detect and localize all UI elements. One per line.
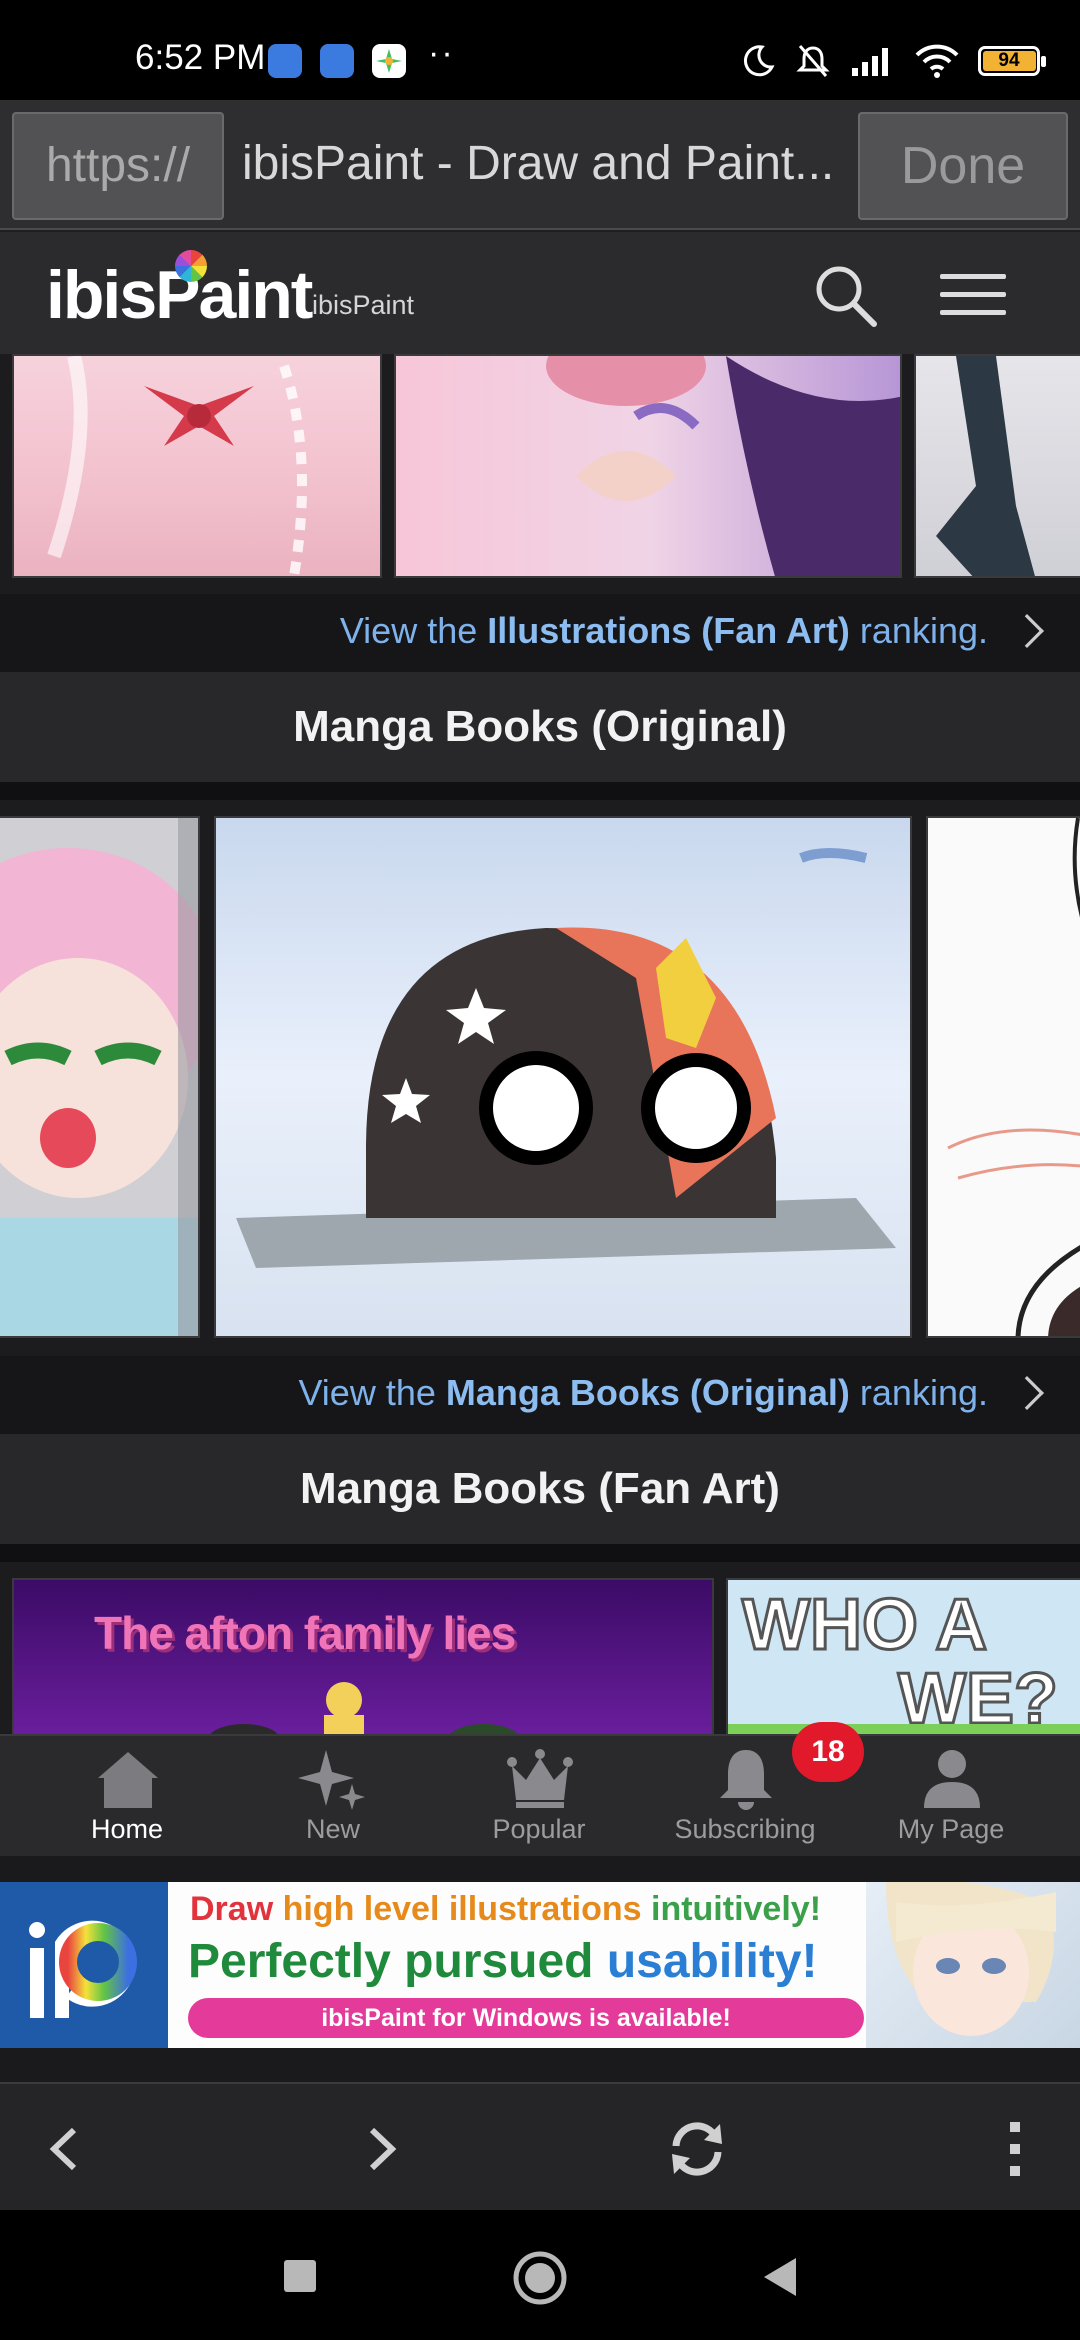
- nav-label: Popular: [492, 1814, 586, 1844]
- windows-available-button[interactable]: ibisPaint for Windows is available!: [188, 1998, 864, 2038]
- manga-thumbnail[interactable]: The afton family lies: [12, 1578, 714, 1734]
- moon-icon: [743, 45, 775, 77]
- battery-icon: 94: [978, 46, 1046, 76]
- logo-text-part: ibis: [46, 257, 157, 333]
- manga-thumbnail[interactable]: [0, 816, 200, 1338]
- wifi-icon: [915, 44, 959, 78]
- ranking-category: Illustrations (Fan Art): [487, 610, 850, 651]
- site-name: ibisPaint: [312, 290, 415, 320]
- banner-text: intuitively!: [651, 1890, 822, 1928]
- bottom-navigation: Home New Popular Subscribing My Page: [0, 1734, 1080, 1856]
- ranking-suffix: ranking.: [849, 610, 988, 651]
- ranking-prefix: View the: [339, 610, 488, 651]
- color-wheel-icon: [175, 250, 208, 282]
- banner-text: usability!: [606, 1935, 818, 1988]
- manga-original-ranking-link[interactable]: View the Manga Books (Original) ranking.: [0, 1356, 1080, 1434]
- thumbnail-caption: WHO A: [740, 1584, 988, 1667]
- home-button-icon[interactable]: [512, 2250, 568, 2306]
- done-button[interactable]: Done: [858, 112, 1068, 220]
- back-icon[interactable]: [30, 2114, 100, 2184]
- system-navigation-bar: [0, 2210, 1080, 2340]
- forward-icon[interactable]: [346, 2114, 416, 2184]
- browser-toolbar: [0, 2082, 1080, 2210]
- manga-thumbnail[interactable]: [926, 816, 1080, 1338]
- chevron-right-icon: [1010, 1376, 1044, 1410]
- status-time: 6:52 PM: [135, 38, 266, 77]
- manga-thumbnail[interactable]: WHO A WE?: [726, 1578, 1080, 1734]
- nav-label: Home: [90, 1814, 164, 1844]
- banner-subheadline: Perfectly pursued usability!: [188, 1934, 818, 1989]
- bell-icon: [720, 1750, 772, 1810]
- ranking-category: Manga Books (Original): [445, 1372, 850, 1413]
- signal-icon: [852, 48, 888, 76]
- page-title[interactable]: ibisPaint - Draw and Paint...: [242, 136, 842, 191]
- section-divider: [0, 782, 1080, 800]
- banner-text: Perfectly pursued: [188, 1935, 607, 1988]
- logo-text-part: P: [155, 250, 208, 334]
- banner-character-illustration: [866, 1882, 1080, 2048]
- ranking-prefix: View the: [298, 1372, 446, 1413]
- app-notification-icon: [268, 44, 302, 78]
- app-notification-icon: [320, 44, 354, 78]
- sparkle-icon: [298, 1750, 365, 1810]
- more-notifications-indicator: ··: [428, 34, 455, 72]
- bell-muted-icon: [796, 45, 830, 77]
- person-icon: [924, 1750, 980, 1808]
- banner-headline: Draw high level illustrations intuitivel…: [190, 1890, 821, 1929]
- section-title-manga-fan-art: Manga Books (Fan Art): [0, 1434, 1080, 1544]
- hamburger-menu-icon[interactable]: [940, 274, 1006, 316]
- ibispaint-windows-banner[interactable]: Draw high level illustrations intuitivel…: [0, 1882, 1080, 2048]
- nav-popular[interactable]: Popular: [436, 1736, 642, 1858]
- banner-text: high level illustrations: [282, 1890, 651, 1928]
- illustrations-fan-art-ranking-link[interactable]: View the Illustrations (Fan Art) ranking…: [0, 594, 1080, 672]
- logo-text-part: aint: [198, 257, 314, 333]
- nav-label: My Page: [897, 1814, 1005, 1844]
- ranking-suffix: ranking.: [849, 1372, 988, 1413]
- ibispaint-app-icon: [0, 1882, 168, 2048]
- nav-label: Subscribing: [674, 1814, 816, 1844]
- home-icon: [98, 1752, 158, 1808]
- thumbnail-caption: WE?: [897, 1658, 1060, 1735]
- manga-thumbnail[interactable]: [214, 816, 912, 1338]
- photos-notification-icon: [372, 44, 406, 78]
- artwork-thumbnail[interactable]: [12, 354, 382, 578]
- ranking-link-text[interactable]: View the Illustrations (Fan Art) ranking…: [340, 610, 988, 652]
- url-scheme-button[interactable]: https://: [12, 112, 224, 220]
- status-icons: 94: [740, 38, 1046, 84]
- nav-label: New: [305, 1814, 360, 1844]
- refresh-icon[interactable]: [662, 2114, 732, 2184]
- notification-badge: 18: [792, 1722, 864, 1782]
- more-options-icon[interactable]: [978, 2114, 1048, 2184]
- url-bar: https:// ibisPaint - Draw and Paint... D…: [0, 100, 1080, 230]
- status-bar: 6:52 PM ·· 94: [0, 0, 1080, 100]
- banner-text: Draw: [190, 1890, 283, 1928]
- search-icon[interactable]: [812, 262, 878, 328]
- section-title-manga-original: Manga Books (Original): [0, 672, 1080, 782]
- ibispaint-logo[interactable]: ibis Paint: [46, 250, 314, 334]
- ranking-link-text[interactable]: View the Manga Books (Original) ranking.: [298, 1372, 988, 1414]
- artwork-thumbnail[interactable]: [914, 354, 1080, 578]
- battery-level: 94: [998, 50, 1020, 71]
- artwork-thumbnail[interactable]: [394, 354, 902, 578]
- crown-icon: [507, 1749, 573, 1808]
- system-back-icon[interactable]: [758, 2254, 804, 2300]
- nav-home[interactable]: Home: [24, 1736, 230, 1858]
- site-header: ibis Paint ibisPaint: [0, 232, 1080, 354]
- nav-my-page[interactable]: My Page: [848, 1736, 1054, 1858]
- recent-apps-icon[interactable]: [280, 2256, 320, 2296]
- nav-new[interactable]: New: [230, 1736, 436, 1858]
- chevron-right-icon: [1010, 614, 1044, 648]
- section-divider: [0, 1544, 1080, 1562]
- main-content[interactable]: View the Illustrations (Fan Art) ranking…: [0, 354, 1080, 1734]
